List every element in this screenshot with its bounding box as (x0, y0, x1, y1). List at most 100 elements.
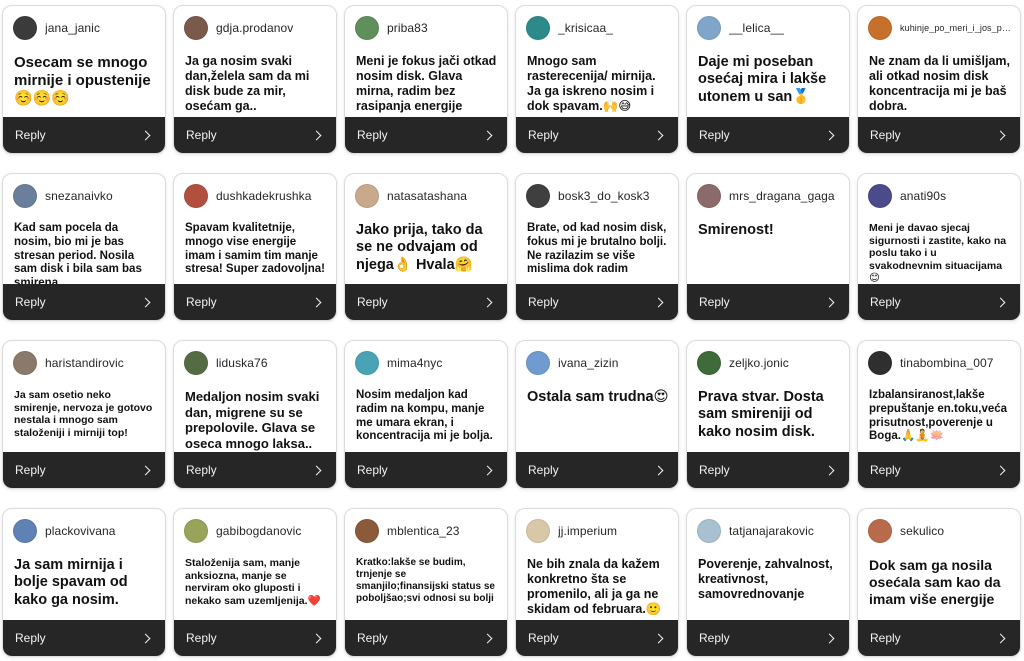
username[interactable]: jana_janic (45, 21, 100, 35)
reply-label: Reply (186, 631, 217, 645)
username[interactable]: mima4nyc (387, 356, 442, 370)
avatar[interactable] (868, 519, 892, 543)
reply-button[interactable]: Reply (516, 117, 678, 153)
username[interactable]: tinabombina_007 (900, 356, 994, 370)
reply-button[interactable]: Reply (687, 284, 849, 320)
reply-card: mima4nyc Nosim medaljon kad radim na komp… (344, 340, 508, 489)
card-header: jj.imperium (526, 518, 670, 544)
username[interactable]: mblentica_23 (387, 524, 460, 538)
avatar[interactable] (355, 351, 379, 375)
avatar[interactable] (697, 184, 721, 208)
username[interactable]: ivana_zizin (558, 356, 618, 370)
avatar[interactable] (355, 184, 379, 208)
reply-message: Nosim medaljon kad radim na kompu, manje… (356, 389, 493, 443)
card-header: natasatashana (355, 183, 499, 209)
avatar[interactable] (184, 184, 208, 208)
avatar[interactable] (13, 184, 37, 208)
reply-label: Reply (357, 463, 388, 477)
reply-button[interactable]: Reply (858, 620, 1020, 656)
card-header: dushkadekrushka (184, 183, 328, 209)
reply-button[interactable]: Reply (174, 284, 336, 320)
avatar[interactable] (184, 519, 208, 543)
reply-button[interactable]: Reply (858, 117, 1020, 153)
reply-label: Reply (528, 463, 559, 477)
avatar[interactable] (868, 16, 892, 40)
reply-card: bosk3_do_kosk3 Brate, od kad nosim disk, … (515, 173, 679, 321)
chevron-right-icon (140, 297, 151, 307)
username[interactable]: jj.imperium (558, 524, 617, 538)
reply-button[interactable]: Reply (3, 117, 165, 153)
reply-button[interactable]: Reply (687, 452, 849, 488)
username[interactable]: plackovivana (45, 524, 116, 538)
reply-message: Ne bih znala da kažem konkretno šta se p… (527, 557, 662, 616)
username[interactable]: priba83 (387, 21, 428, 35)
reply-button[interactable]: Reply (858, 452, 1020, 488)
username[interactable]: mrs_dragana_gaga (729, 189, 835, 203)
username[interactable]: tatjanajarakovic (729, 524, 814, 538)
username[interactable]: dushkadekrushka (216, 189, 312, 203)
username[interactable]: gdja.prodanov (216, 21, 293, 35)
reply-button[interactable]: Reply (3, 284, 165, 320)
chevron-right-icon (311, 465, 322, 475)
reply-label: Reply (699, 128, 730, 142)
avatar[interactable] (355, 16, 379, 40)
reply-button[interactable]: Reply (174, 117, 336, 153)
reply-message: Poverenje, zahvalnost, kreativnost, samo… (698, 557, 833, 601)
reply-button[interactable]: Reply (516, 452, 678, 488)
username[interactable]: zeljko.jonic (729, 356, 789, 370)
avatar[interactable] (697, 16, 721, 40)
card-header: gdja.prodanov (184, 15, 328, 41)
username[interactable]: kuhinje_po_meri_i_jos_po... (900, 23, 1012, 33)
card-header: _krisicaa_ (526, 15, 670, 41)
avatar[interactable] (526, 351, 550, 375)
avatar[interactable] (355, 519, 379, 543)
chevron-right-icon (311, 297, 322, 307)
reply-button[interactable]: Reply (687, 620, 849, 656)
username[interactable]: _krisicaa_ (558, 21, 613, 35)
reply-button[interactable]: Reply (858, 284, 1020, 320)
reply-button[interactable]: Reply (174, 620, 336, 656)
avatar[interactable] (868, 184, 892, 208)
reply-button[interactable]: Reply (174, 452, 336, 488)
username[interactable]: haristandirovic (45, 356, 124, 370)
avatar[interactable] (868, 351, 892, 375)
reply-label: Reply (528, 631, 559, 645)
reply-message: Meni je davao sjecaj sigurnosti i zastit… (869, 222, 1007, 285)
reply-button[interactable]: Reply (3, 452, 165, 488)
reply-button[interactable]: Reply (516, 620, 678, 656)
reply-button[interactable]: Reply (345, 284, 507, 320)
reply-label: Reply (699, 631, 730, 645)
reply-button[interactable]: Reply (3, 620, 165, 656)
reply-card: anati90s Meni je davao sjecaj sigurnosti … (857, 173, 1021, 321)
username[interactable]: liduska76 (216, 356, 268, 370)
avatar[interactable] (13, 16, 37, 40)
avatar[interactable] (526, 519, 550, 543)
reply-button[interactable]: Reply (516, 284, 678, 320)
reply-card: plackovivana Ja sam mirnija i bolje spava… (2, 508, 166, 657)
reply-button[interactable]: Reply (345, 117, 507, 153)
reply-button[interactable]: Reply (345, 452, 507, 488)
username[interactable]: gabibogdanovic (216, 524, 301, 538)
reply-card: snezanaivko Kad sam pocela da nosim, bio … (2, 173, 166, 321)
avatar[interactable] (697, 519, 721, 543)
avatar[interactable] (526, 184, 550, 208)
username[interactable]: natasatashana (387, 189, 467, 203)
chevron-right-icon (824, 130, 835, 140)
reply-label: Reply (186, 463, 217, 477)
avatar[interactable] (13, 519, 37, 543)
username[interactable]: bosk3_do_kosk3 (558, 189, 649, 203)
avatar[interactable] (13, 351, 37, 375)
reply-button[interactable]: Reply (687, 117, 849, 153)
username[interactable]: __lelica__ (729, 21, 784, 35)
username[interactable]: anati90s (900, 189, 946, 203)
avatar[interactable] (184, 16, 208, 40)
card-header: gabibogdanovic (184, 518, 328, 544)
chevron-right-icon (482, 633, 493, 643)
username[interactable]: snezanaivko (45, 189, 113, 203)
reply-card: gabibogdanovic Staloženija sam, manje ank… (173, 508, 337, 657)
username[interactable]: sekulico (900, 524, 944, 538)
avatar[interactable] (526, 16, 550, 40)
avatar[interactable] (184, 351, 208, 375)
avatar[interactable] (697, 351, 721, 375)
reply-button[interactable]: Reply (345, 620, 507, 656)
